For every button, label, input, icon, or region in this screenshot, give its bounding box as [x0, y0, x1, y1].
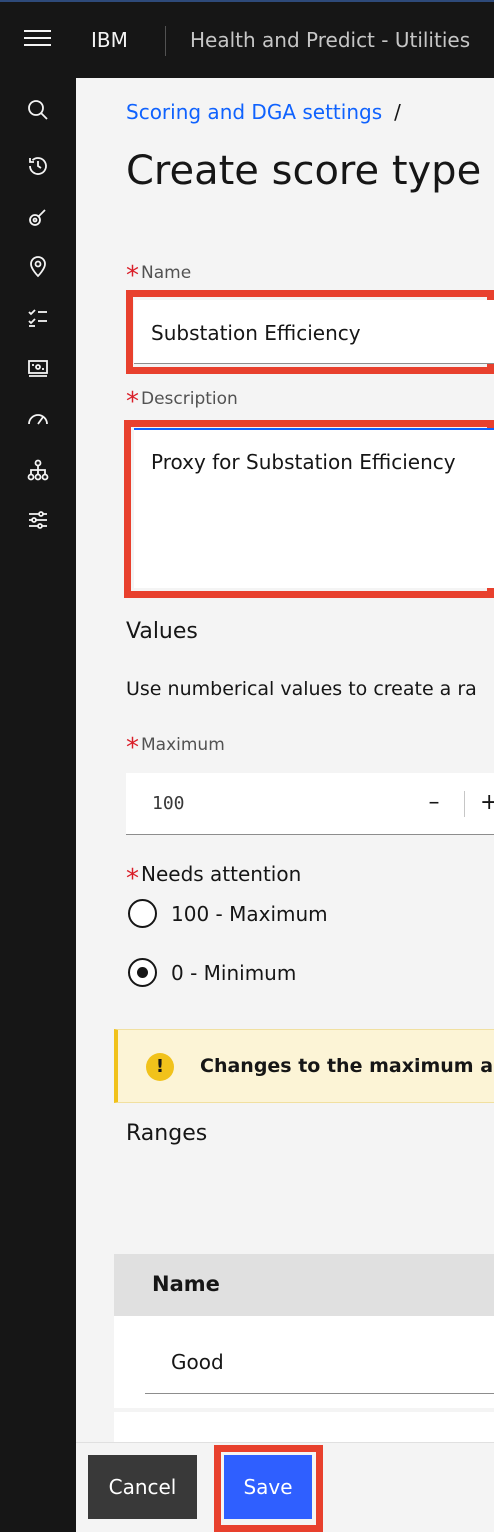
- dashboard-card-icon[interactable]: [24, 354, 52, 382]
- search-icon[interactable]: [24, 96, 52, 124]
- top-navigation-bar: IBM Health and Predict - Utilities: [0, 0, 494, 78]
- location-icon[interactable]: [24, 253, 52, 281]
- gauge-icon[interactable]: [24, 405, 52, 433]
- increment-button[interactable]: +: [480, 785, 494, 821]
- radio-button-selected[interactable]: [128, 958, 157, 987]
- radio-selected-dot: [137, 967, 148, 978]
- range-name-input[interactable]: Good: [145, 1340, 494, 1394]
- cancel-button[interactable]: Cancel: [88, 1455, 197, 1519]
- main-content: Scoring and DGA settings / Create score t…: [76, 78, 494, 1532]
- required-marker: *: [126, 261, 139, 291]
- required-marker: *: [126, 733, 139, 763]
- stepper-divider: [464, 791, 465, 817]
- radio-label: 100 - Maximum: [171, 901, 328, 926]
- maximum-number-input[interactable]: 100 – +: [126, 773, 494, 835]
- description-textarea[interactable]: Proxy for Substation Efficiency: [134, 428, 494, 588]
- checklist-icon[interactable]: [24, 304, 52, 332]
- maximum-value[interactable]: 100: [152, 793, 185, 814]
- satellite-icon[interactable]: [24, 203, 52, 231]
- warning-icon: !: [146, 1053, 174, 1081]
- product-name[interactable]: Health and Predict - Utilities: [190, 28, 470, 52]
- needs-attention-label: * Needs attention: [126, 862, 302, 894]
- header-divider: [165, 26, 166, 56]
- radio-option-minimum[interactable]: 0 - Minimum: [128, 958, 296, 987]
- decrement-button[interactable]: –: [420, 785, 448, 821]
- warning-message: Changes to the maximum an: [200, 1055, 494, 1077]
- radio-button[interactable]: [128, 899, 157, 928]
- table-row: Good: [114, 1316, 494, 1408]
- breadcrumb: Scoring and DGA settings /: [126, 100, 401, 124]
- save-button[interactable]: Save: [224, 1455, 312, 1519]
- breadcrumb-link[interactable]: Scoring and DGA settings: [126, 100, 382, 124]
- column-header-name[interactable]: Name: [152, 1272, 220, 1296]
- page-title: Create score type a: [126, 148, 494, 194]
- values-helper-text: Use numberical values to create a ra: [126, 678, 477, 700]
- history-icon[interactable]: [24, 152, 52, 180]
- ranges-section-title: Ranges: [126, 1121, 208, 1146]
- warning-notification: ! Changes to the maximum an: [114, 1029, 494, 1103]
- description-label: * Description: [126, 387, 238, 417]
- footer-actions: Cancel Save: [76, 1442, 494, 1532]
- radio-label: 0 - Minimum: [171, 960, 297, 985]
- breadcrumb-separator: /: [394, 100, 401, 124]
- ranges-table-header: Name: [114, 1254, 494, 1316]
- hamburger-menu-icon[interactable]: [24, 30, 51, 50]
- hierarchy-icon[interactable]: [24, 456, 52, 484]
- side-rail: [0, 78, 76, 1532]
- required-marker: *: [126, 387, 139, 417]
- values-section-title: Values: [126, 619, 198, 644]
- settings-adjust-icon[interactable]: [24, 506, 52, 534]
- radio-option-maximum[interactable]: 100 - Maximum: [128, 899, 328, 928]
- name-input[interactable]: Substation Efficiency: [134, 300, 494, 364]
- name-label: * Name: [126, 261, 192, 291]
- required-marker: *: [126, 864, 139, 894]
- brand-name[interactable]: IBM: [91, 28, 128, 52]
- maximum-label: * Maximum: [126, 733, 225, 763]
